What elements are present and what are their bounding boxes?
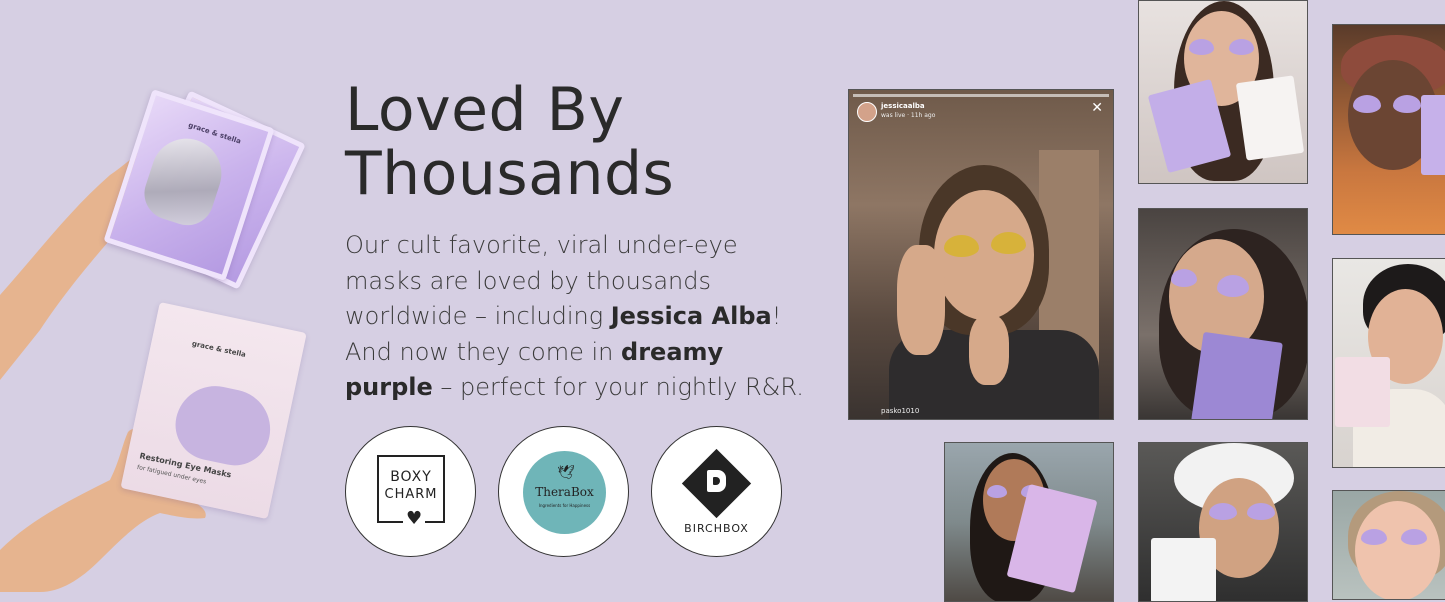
birchbox-word: BIRCHBOX (684, 522, 749, 535)
story-progress-bar (853, 94, 1109, 97)
eye-mask-shape (168, 378, 278, 472)
boxycharm-badge: BOXY CHARM ♥ (345, 426, 476, 557)
hand (897, 245, 945, 355)
therabox-word: TheraBox (535, 485, 594, 499)
birchbox-badge: BIRCHBOX (651, 426, 782, 557)
boxycharm-logo: BOXY CHARM ♥ (377, 455, 445, 528)
avatar[interactable] (857, 102, 877, 122)
box-brand: grace & stella (191, 339, 247, 359)
hand (969, 315, 1009, 385)
customer-photo-7[interactable] (1332, 490, 1445, 600)
live-status: was live · 11h ago (881, 112, 936, 119)
bird-icon: 🕊 (557, 465, 575, 481)
customer-photo-4[interactable] (1332, 258, 1445, 468)
boxycharm-line-2: CHARM (384, 487, 438, 502)
close-icon[interactable]: ✕ (1091, 100, 1103, 116)
jessica-alba-live-photo[interactable]: jessicaalba was live · 11h ago ✕ pasko10… (848, 89, 1114, 420)
gold-eye-mask (944, 235, 979, 257)
heart-icon: ♥ (403, 510, 426, 528)
customer-photo-1[interactable] (1138, 0, 1308, 184)
heading-line-1: Loved By (345, 75, 625, 145)
therabox-logo: 🕊 TheraBox Ingredients for Happiness (523, 451, 606, 534)
section-description: Our cult favorite, viral under-eye masks… (345, 228, 815, 406)
birchbox-b-icon (707, 470, 726, 492)
customer-photo-6[interactable] (1138, 442, 1308, 602)
description-bold-jessica-alba: Jessica Alba (610, 302, 772, 330)
section-heading: Loved By Thousands (345, 78, 815, 206)
gold-eye-mask (991, 232, 1026, 254)
customer-photo-5[interactable] (944, 442, 1114, 602)
live-commenter: pasko1010 (881, 407, 920, 415)
heading-line-2: Thousands (345, 139, 675, 209)
therabox-badge: 🕊 TheraBox Ingredients for Happiness (498, 426, 629, 557)
face (934, 190, 1034, 320)
live-username[interactable]: jessicaalba (881, 102, 925, 110)
description-part-3: – perfect for your nightly R&R. (432, 373, 804, 401)
customer-photo-2[interactable] (1332, 24, 1445, 235)
therabox-tagline: Ingredients for Happiness (538, 503, 591, 508)
product-hands-illustration: grace & stella grace & stella Restoring … (0, 80, 310, 592)
customer-photo-3[interactable] (1138, 208, 1308, 420)
boxycharm-line-1: BOXY (390, 469, 432, 485)
